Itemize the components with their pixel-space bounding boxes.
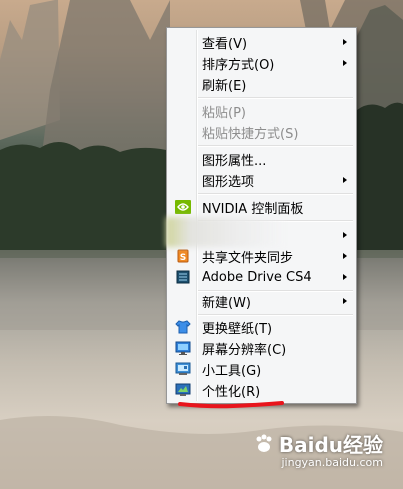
watermark-url: jingyan.baidu.com [281, 456, 383, 469]
menu-item-paste[interactable]: 粘贴(P) [169, 100, 354, 122]
menu-item-label: 查看(V) [202, 36, 248, 52]
submenu-arrow-icon [343, 298, 347, 304]
menu-item-label: 小工具(G) [202, 363, 262, 379]
personalize-icon [175, 383, 191, 396]
menu-item-label: 新建(W) [202, 295, 251, 311]
menu-item-graphics-properties[interactable]: 图形属性... [169, 148, 354, 170]
menu-item-label: 个性化(R) [202, 384, 261, 400]
menu-separator [198, 145, 353, 147]
menu-item-label: 粘贴(P) [202, 105, 246, 121]
menu-item-label: 排序方式(O) [202, 57, 275, 73]
submenu-arrow-icon [343, 253, 347, 259]
menu-item-graphics-options[interactable]: 图形选项 [169, 169, 354, 191]
red-underline-annotation [178, 401, 284, 409]
submenu-arrow-icon [343, 60, 347, 66]
menu-item-label: 共享文件夹同步 [202, 250, 294, 266]
sync-share-icon: S [177, 249, 189, 263]
gadgets-icon [175, 362, 191, 375]
menu-item-sort-by[interactable]: 排序方式(O) [169, 52, 354, 74]
adobe-drive-icon [176, 270, 190, 284]
submenu-arrow-icon [343, 39, 347, 45]
paw-icon [256, 434, 272, 452]
menu-item-paste-shortcut[interactable]: 粘贴快捷方式(S) [169, 121, 354, 143]
menu-item-view[interactable]: 查看(V) [169, 31, 354, 53]
menu-item-label: Adobe Drive CS4 [202, 269, 312, 285]
display-icon [175, 341, 191, 355]
menu-item-screen-resolution[interactable]: 屏幕分辨率(C) [169, 337, 354, 359]
menu-item-change-wallpaper[interactable]: 更换壁纸(T) [169, 316, 354, 338]
menu-item-label: 图形选项 [202, 174, 255, 190]
svg-text:S: S [180, 253, 186, 263]
menu-item-gadgets[interactable]: 小工具(G) [169, 358, 354, 380]
desktop-context-menu: 查看(V) 排序方式(O) 刷新(E) 粘贴(P) 粘贴快捷方式(S) 图形属性… [166, 27, 357, 404]
menu-item-refresh[interactable]: 刷新(E) [169, 73, 354, 95]
menu-item-label: 粘贴快捷方式(S) [202, 126, 299, 142]
submenu-arrow-icon [343, 274, 347, 280]
menu-item-label: 更换壁纸(T) [202, 321, 273, 337]
nvidia-icon [175, 200, 191, 214]
menu-separator [198, 97, 353, 99]
watermark-brand: Baidu经验 [278, 433, 383, 457]
menu-item-adobe-drive[interactable]: Adobe Drive CS4 [169, 266, 354, 288]
wallpaper-shirt-icon [175, 320, 191, 334]
menu-item-nvidia-control-panel[interactable]: NVIDIA 控制面板 [169, 196, 354, 218]
privacy-blur-overlay [166, 217, 286, 247]
menu-item-label: 刷新(E) [202, 78, 247, 94]
menu-item-label: 图形属性... [202, 153, 267, 169]
menu-item-label: NVIDIA 控制面板 [202, 201, 304, 217]
submenu-arrow-icon [343, 232, 347, 238]
watermark-logo: Baidu经验 [253, 429, 383, 458]
menu-item-shared-folder-sync[interactable]: S 共享文件夹同步 [169, 245, 354, 267]
menu-separator [198, 193, 353, 195]
baidu-jingyan-watermark: Baidu经验 jingyan.baidu.com [253, 429, 383, 469]
submenu-arrow-icon [343, 177, 347, 183]
menu-item-new[interactable]: 新建(W) [169, 290, 354, 312]
menu-item-label: 屏幕分辨率(C) [202, 342, 287, 358]
